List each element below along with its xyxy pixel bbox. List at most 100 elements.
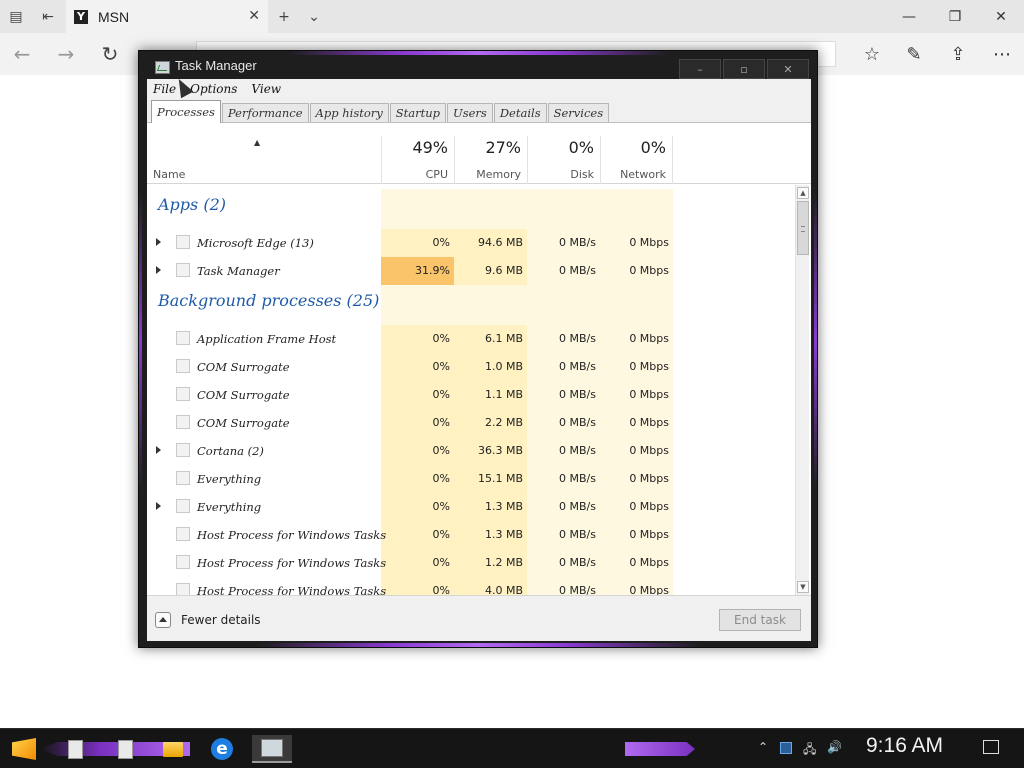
process-cpu: 0%	[432, 584, 450, 595]
browser-maximize-button[interactable]: ❐	[932, 0, 978, 33]
task-manager-footer: Fewer details End task	[147, 595, 811, 641]
volume-icon[interactable]: 🔊	[827, 740, 842, 754]
task-manager-taskbar-icon[interactable]	[252, 735, 292, 763]
more-icon[interactable]: ⋯	[980, 33, 1024, 75]
column-network[interactable]: 0% Network	[600, 136, 673, 184]
browser-tab-bar: ▤ ⇤ Y MSN ✕ + ⌄ — ❐ ✕	[0, 0, 1024, 33]
expand-arrow-icon[interactable]	[156, 266, 161, 274]
network-icon[interactable]: 🖧	[803, 740, 816, 761]
share-icon[interactable]: ⇪	[936, 33, 980, 75]
file-explorer-icon[interactable]	[156, 735, 190, 763]
tab-set-aside-icon[interactable]: ▤	[0, 0, 32, 33]
process-disk: 0 MB/s	[559, 388, 596, 401]
new-tab-icon[interactable]: +	[268, 0, 300, 33]
process-icon	[176, 471, 190, 485]
tab-back-icon[interactable]: ⇤	[32, 0, 64, 33]
favorites-icon[interactable]: ☆	[850, 33, 894, 75]
notification-icon[interactable]	[983, 740, 999, 754]
cell-background	[600, 285, 673, 325]
column-header: ▲ Name 49% CPU 27% Memory 0% Disk 0% Net…	[147, 124, 811, 184]
collapse-up-icon[interactable]	[155, 612, 171, 628]
process-icon	[176, 583, 190, 595]
task-manager-titlebar[interactable]: Task Manager – ▫ ✕	[139, 55, 817, 79]
refresh-icon[interactable]: ↻	[88, 33, 132, 75]
process-row[interactable]: Application Frame Host 0% 6.1 MB 0 MB/s 0 Mb…	[147, 325, 795, 353]
process-network: 0 Mbps	[629, 264, 669, 277]
process-disk: 0 MB/s	[559, 528, 596, 541]
tab-users[interactable]: Users	[447, 103, 493, 122]
expand-arrow-icon[interactable]	[156, 238, 161, 246]
tray-app-icon[interactable]	[780, 742, 792, 754]
clock[interactable]: 9:16 AM	[866, 734, 943, 758]
process-name: Host Process for Windows Tasks	[197, 584, 387, 595]
process-row[interactable]: Everything 0% 15.1 MB 0 MB/s 0 Mbps	[147, 465, 795, 493]
network-total: 0%	[640, 138, 666, 157]
tab-details[interactable]: Details	[493, 103, 547, 122]
document-shape	[117, 739, 133, 759]
menu-options[interactable]: Options	[190, 82, 237, 96]
back-arrow-icon[interactable]: ←	[0, 33, 44, 75]
browser-minimize-button[interactable]: —	[886, 0, 932, 33]
document-icon[interactable]	[108, 735, 142, 763]
process-name: Everything	[197, 500, 262, 514]
close-button[interactable]: ✕	[767, 59, 809, 79]
cpu-total: 49%	[412, 138, 448, 157]
expand-arrow-icon[interactable]	[156, 502, 161, 510]
document-icon[interactable]	[58, 735, 92, 763]
process-row[interactable]: Cortana (2) 0% 36.3 MB 0 MB/s 0 Mbps	[147, 437, 795, 465]
process-row[interactable]: Microsoft Edge (13) 0% 94.6 MB 0 MB/s 0 Mbps	[147, 229, 795, 257]
process-network: 0 Mbps	[629, 236, 669, 249]
column-name[interactable]: Name	[153, 168, 185, 181]
tab-close-icon[interactable]: ✕	[248, 8, 260, 24]
process-memory: 2.2 MB	[484, 416, 523, 429]
browser-tab-msn[interactable]: Y MSN ✕	[66, 0, 268, 33]
process-name: Application Frame Host	[197, 332, 337, 346]
maximize-button[interactable]: ▫	[723, 59, 765, 79]
tab-performance[interactable]: Performance	[221, 103, 309, 122]
pen-icon[interactable]: ✎	[892, 33, 936, 75]
process-memory: 36.3 MB	[477, 444, 523, 457]
browser-close-button[interactable]: ✕	[978, 0, 1024, 33]
tray-chevron-icon[interactable]: ⌃	[758, 740, 768, 754]
tab-app-history[interactable]: App history	[309, 103, 389, 122]
group-header[interactable]: Background processes (25)	[147, 285, 795, 325]
column-cpu[interactable]: 49% CPU	[381, 136, 454, 184]
column-memory[interactable]: 27% Memory	[454, 136, 527, 184]
process-row[interactable]: Host Process for Windows Tasks 0% 1.2 MB 0 …	[147, 549, 795, 577]
process-row[interactable]: COM Surrogate 0% 1.0 MB 0 MB/s 0 Mbps	[147, 353, 795, 381]
process-row[interactable]: COM Surrogate 0% 1.1 MB 0 MB/s 0 Mbps	[147, 381, 795, 409]
process-row[interactable]: Host Process for Windows Tasks 0% 1.3 MB 0 …	[147, 521, 795, 549]
process-icon	[176, 263, 190, 277]
folder-shape	[163, 741, 183, 757]
process-row[interactable]: Host Process for Windows Tasks 0% 4.0 MB 0 …	[147, 577, 795, 595]
process-cpu: 31.9%	[415, 264, 450, 277]
menu-view[interactable]: View	[251, 82, 281, 96]
process-name: COM Surrogate	[197, 416, 290, 430]
minimize-button[interactable]: –	[679, 59, 721, 79]
fewer-details-link[interactable]: Fewer details	[181, 613, 261, 627]
process-network: 0 Mbps	[629, 360, 669, 373]
process-network: 0 Mbps	[629, 388, 669, 401]
tab-startup[interactable]: Startup	[389, 103, 447, 122]
group-header[interactable]: Apps (2)	[147, 189, 795, 229]
start-icon[interactable]	[8, 735, 40, 763]
tab-processes[interactable]: Processes	[151, 100, 221, 123]
process-row[interactable]: Task Manager 31.9% 9.6 MB 0 MB/s 0 Mbps	[147, 257, 795, 285]
column-disk[interactable]: 0% Disk	[527, 136, 600, 184]
tab-services[interactable]: Services	[547, 103, 610, 122]
chevron-down-icon[interactable]: ⌄	[298, 0, 330, 33]
process-cpu: 0%	[432, 528, 450, 541]
process-row[interactable]: Everything 0% 1.3 MB 0 MB/s 0 Mbps	[147, 493, 795, 521]
vertical-scrollbar[interactable]: ▲ ▼	[795, 185, 809, 595]
forward-arrow-icon[interactable]: →	[44, 33, 88, 75]
process-cpu: 0%	[432, 472, 450, 485]
edge-icon[interactable]: e	[205, 735, 239, 763]
expand-arrow-icon[interactable]	[156, 446, 161, 454]
scroll-up-icon[interactable]: ▲	[797, 187, 809, 199]
process-disk: 0 MB/s	[559, 360, 596, 373]
process-row[interactable]: COM Surrogate 0% 2.2 MB 0 MB/s 0 Mbps	[147, 409, 795, 437]
scroll-thumb[interactable]	[797, 201, 809, 255]
process-icon	[176, 331, 190, 345]
end-task-button[interactable]: End task	[719, 609, 801, 631]
scroll-down-icon[interactable]: ▼	[797, 581, 809, 593]
